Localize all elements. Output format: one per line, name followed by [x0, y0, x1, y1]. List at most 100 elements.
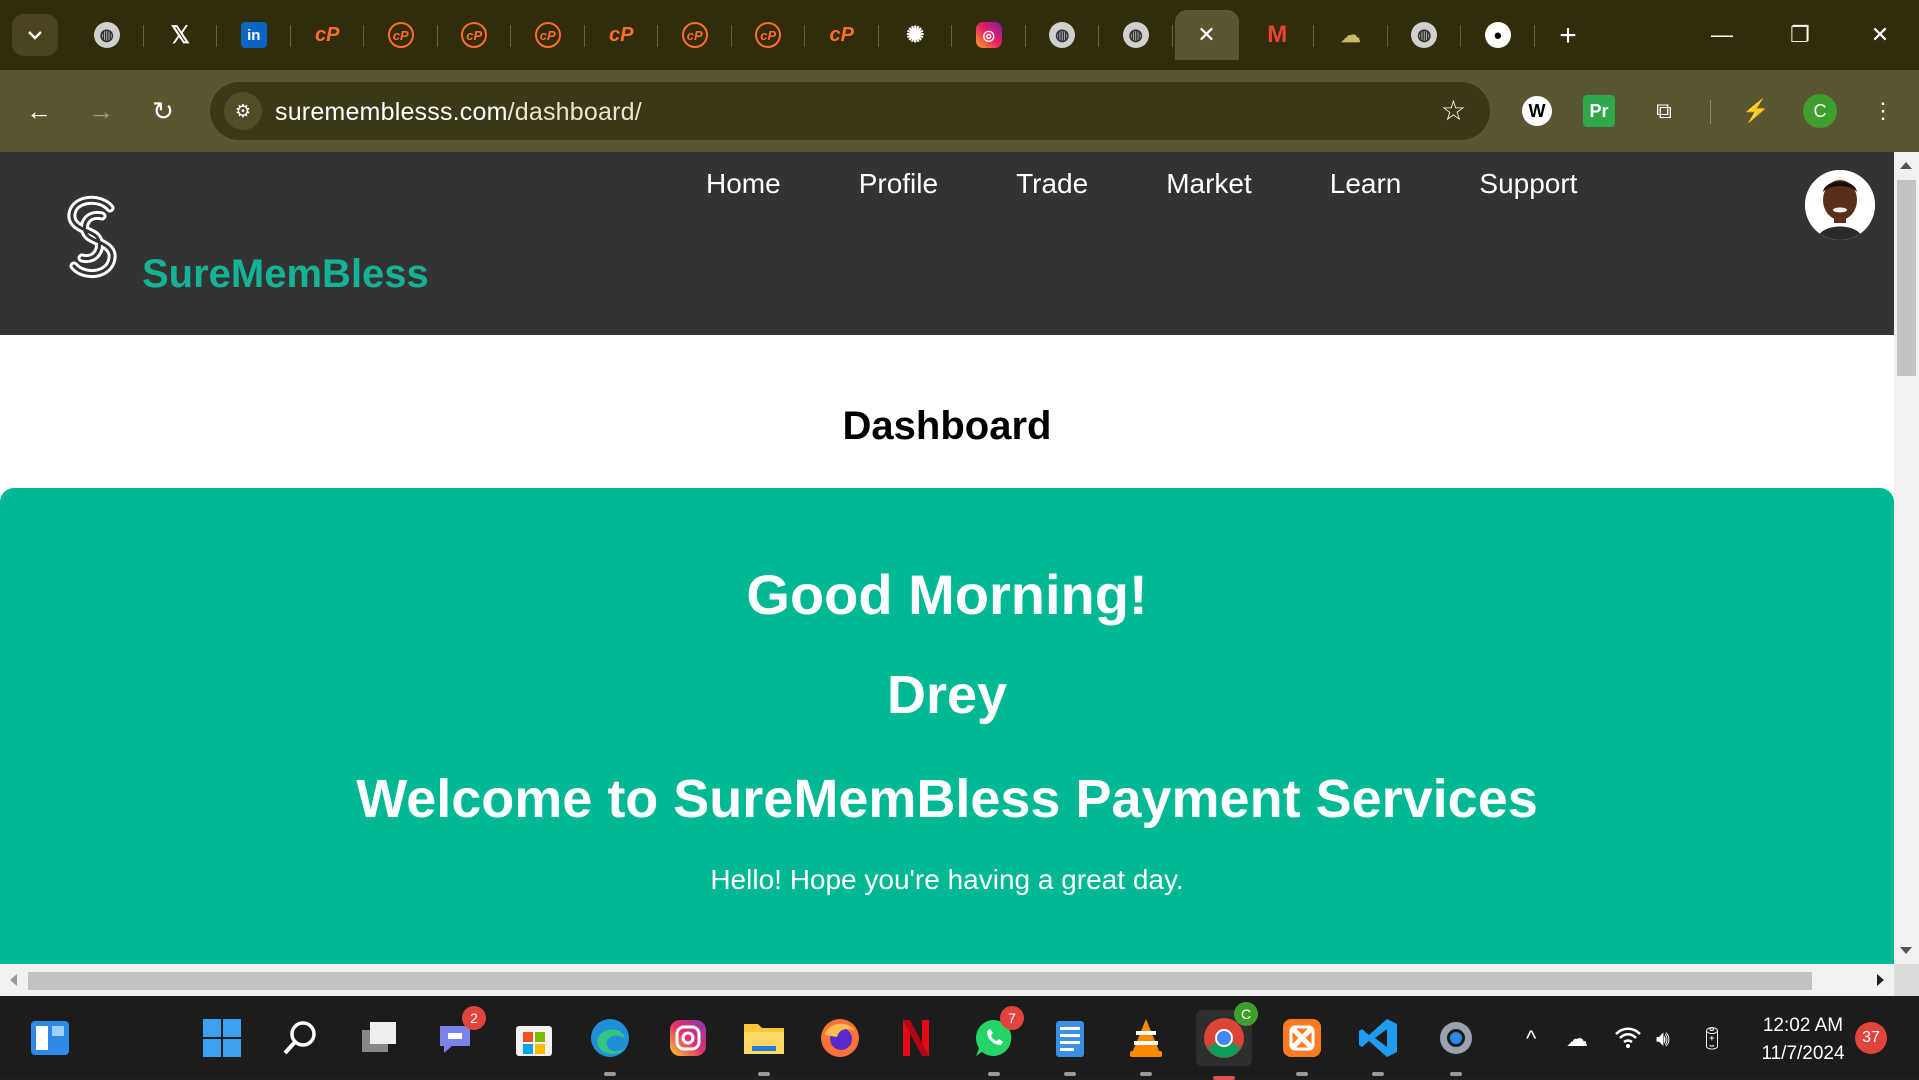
- tab-search-button[interactable]: [12, 14, 58, 56]
- taskbar-clock[interactable]: 12:02 AM 11/7/2024: [1748, 1012, 1858, 1068]
- cpanel-circle-icon: cP: [534, 22, 561, 48]
- tab[interactable]: in: [217, 10, 291, 60]
- user-avatar[interactable]: [1805, 170, 1875, 240]
- chrome-profile-badge: C: [1234, 1002, 1258, 1026]
- welcome-banner: Good Morning! Drey Welcome to SureMemBle…: [0, 488, 1894, 964]
- cpanel-circle-icon: cP: [755, 22, 782, 48]
- show-hidden-icons-chevron[interactable]: ^: [1526, 1026, 1536, 1052]
- menu-kebab-icon[interactable]: ⋮: [1864, 92, 1902, 130]
- horizontal-scrollbar[interactable]: [0, 964, 1894, 996]
- task-view-icon[interactable]: [354, 1014, 402, 1062]
- search-icon[interactable]: [276, 1014, 324, 1062]
- tab[interactable]: ☁: [1314, 10, 1388, 60]
- nav-profile[interactable]: Profile: [859, 168, 938, 200]
- tab[interactable]: M: [1241, 10, 1315, 60]
- scroll-right-arrow[interactable]: [1877, 974, 1884, 986]
- tab[interactable]: cP: [364, 10, 438, 60]
- tab[interactable]: ✺: [879, 10, 953, 60]
- user-name-heading: Drey: [886, 665, 1008, 725]
- file-explorer-icon[interactable]: [740, 1014, 788, 1076]
- nav-market[interactable]: Market: [1166, 168, 1252, 200]
- cpanel-icon: cP: [315, 23, 340, 46]
- minimize-button[interactable]: —: [1692, 14, 1752, 56]
- xampp-icon[interactable]: [1278, 1014, 1326, 1076]
- globe-icon: ◍: [1411, 22, 1438, 48]
- tab[interactable]: ◍: [1388, 10, 1462, 60]
- nav-trade[interactable]: Trade: [1016, 168, 1088, 200]
- site-info-icon[interactable]: ⚙: [224, 92, 262, 130]
- widgets-icon[interactable]: [26, 1014, 74, 1062]
- extension-w-icon[interactable]: W: [1522, 96, 1552, 126]
- vscode-icon[interactable]: [1354, 1014, 1402, 1076]
- tab[interactable]: ◍: [70, 10, 144, 60]
- close-tab-icon[interactable]: ✕: [1194, 22, 1220, 48]
- windows-taskbar: 2 7 C ^ ☁ 🔊︎ 🔋︎ 12:02 AM 11/7/2024 37: [0, 996, 1919, 1080]
- greeting-heading: Good Morning!: [746, 563, 1148, 626]
- globe-icon: ◍: [93, 22, 120, 48]
- profile-avatar-button[interactable]: C: [1803, 94, 1837, 128]
- brand-name[interactable]: SureMemBless: [142, 252, 429, 297]
- nav-learn[interactable]: Learn: [1330, 168, 1402, 200]
- volume-icon[interactable]: 🔊︎: [1656, 1026, 1670, 1052]
- whatsapp-icon[interactable]: 7: [970, 1006, 1024, 1076]
- tab[interactable]: cP: [291, 10, 365, 60]
- instagram-icon[interactable]: [664, 1014, 712, 1062]
- tab-active[interactable]: ✕: [1174, 10, 1239, 60]
- extensions-puzzle-icon[interactable]: ⧉: [1645, 92, 1683, 130]
- firefox-icon[interactable]: [816, 1014, 864, 1062]
- url-path: /dashboard/: [507, 98, 642, 126]
- restore-button[interactable]: ❐: [1770, 14, 1830, 56]
- openai-icon: ✺: [906, 22, 925, 47]
- wifi-icon[interactable]: [1614, 1026, 1642, 1054]
- onedrive-error-icon[interactable]: ☁: [1566, 1026, 1588, 1052]
- edge-icon[interactable]: [586, 1014, 634, 1076]
- teams-icon[interactable]: 2: [432, 1006, 486, 1062]
- extension-premiere-icon[interactable]: Pr: [1583, 95, 1615, 127]
- github-icon: ●: [1484, 22, 1511, 48]
- address-bar[interactable]: ⚙ surememblesss.com/dashboard/ ☆: [210, 82, 1490, 140]
- tab[interactable]: cP: [732, 10, 806, 60]
- start-windows-icon[interactable]: [198, 1014, 246, 1062]
- netflix-icon[interactable]: [892, 1014, 940, 1062]
- tab[interactable]: cP: [805, 10, 879, 60]
- scroll-down-arrow[interactable]: [1900, 947, 1912, 954]
- user-photo-icon: [1805, 170, 1875, 240]
- vertical-scroll-thumb[interactable]: [1897, 180, 1916, 376]
- notepad-icon[interactable]: [1046, 1014, 1094, 1076]
- back-button[interactable]: ←: [18, 90, 60, 132]
- nav-support[interactable]: Support: [1479, 168, 1577, 200]
- notification-badge[interactable]: 37: [1855, 1022, 1887, 1054]
- tab[interactable]: ●: [1461, 10, 1535, 60]
- forward-button[interactable]: →: [80, 90, 122, 132]
- url-text[interactable]: surememblesss.com/dashboard/: [275, 98, 642, 127]
- tab[interactable]: cP: [511, 10, 585, 60]
- tab[interactable]: cP: [658, 10, 732, 60]
- new-tab-button[interactable]: +: [1548, 16, 1588, 56]
- vlc-icon[interactable]: [1122, 1014, 1170, 1076]
- tab[interactable]: ◍: [1026, 10, 1100, 60]
- scroll-left-arrow[interactable]: [10, 974, 17, 986]
- tab[interactable]: cP: [438, 10, 512, 60]
- horizontal-scroll-thumb[interactable]: [28, 972, 1812, 990]
- brand-logo-icon[interactable]: [60, 192, 124, 282]
- microsoft-store-icon[interactable]: [510, 1014, 558, 1062]
- whatsapp-badge: 7: [1000, 1006, 1024, 1030]
- cpanel-circle-icon: cP: [387, 22, 414, 48]
- nav-home[interactable]: Home: [706, 168, 781, 200]
- tab[interactable]: ◍: [1099, 10, 1173, 60]
- tab[interactable]: cP: [585, 10, 659, 60]
- globe-icon: ◍: [1049, 22, 1076, 48]
- tab[interactable]: 𝕏: [144, 10, 218, 60]
- globe-icon: ◍: [1122, 22, 1149, 48]
- bookmark-star-icon[interactable]: ☆: [1441, 94, 1466, 127]
- close-window-button[interactable]: ✕: [1850, 14, 1910, 56]
- reload-button[interactable]: ↻: [142, 90, 184, 132]
- tab[interactable]: ◎: [952, 10, 1026, 60]
- performance-icon[interactable]: ⚡: [1737, 92, 1775, 130]
- vertical-scrollbar[interactable]: [1894, 152, 1919, 964]
- chrome-icon[interactable]: C: [1196, 1002, 1258, 1080]
- battery-charging-icon[interactable]: 🔋︎: [1698, 1026, 1726, 1052]
- settings-gear-icon[interactable]: [1432, 1014, 1480, 1076]
- scroll-up-arrow[interactable]: [1900, 162, 1912, 169]
- notepad-running-indicator: [1064, 1072, 1076, 1076]
